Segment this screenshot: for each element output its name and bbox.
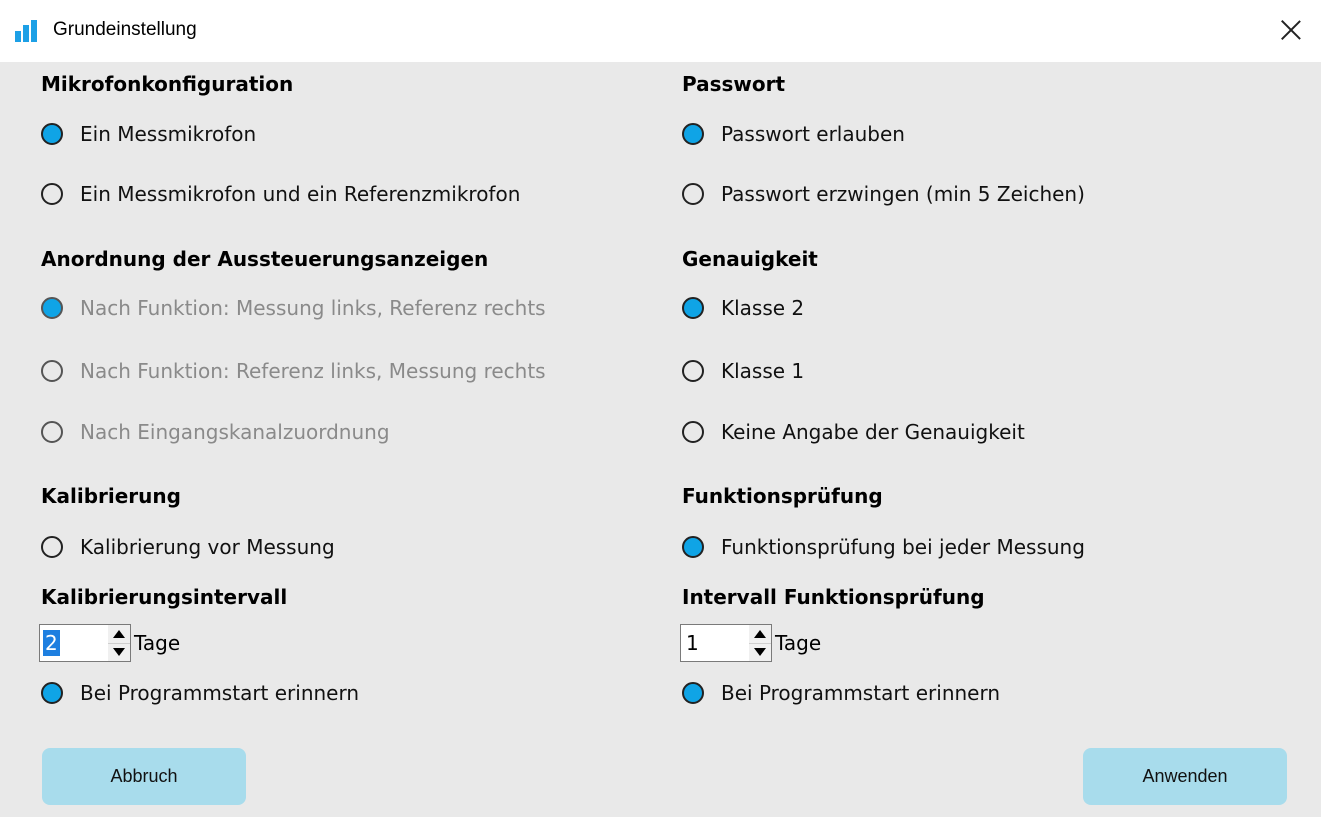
radio-accuracy-class-1[interactable]: Klasse 1 (682, 354, 804, 388)
function-test-heading: Funktionsprüfung (682, 484, 883, 508)
radio-calibration-remind[interactable]: Bei Programmstart erinnern (41, 676, 359, 710)
spin-down-icon[interactable] (108, 643, 130, 661)
function-test-interval-unit: Tage (775, 631, 822, 655)
radio-button[interactable] (41, 360, 63, 382)
apply-button[interactable]: Anwenden (1083, 748, 1287, 805)
meter-layout-heading: Anordnung der Aussteuerungsanzeigen (41, 247, 489, 271)
radio-button[interactable] (41, 421, 63, 443)
radio-function-test-each-measure[interactable]: Funktionsprüfung bei jeder Messung (682, 530, 1085, 564)
radio-accuracy-none[interactable]: Keine Angabe der Genauigkeit (682, 415, 1025, 449)
function-test-interval-heading: Intervall Funktionsprüfung (682, 585, 985, 609)
calibration-interval-unit: Tage (134, 631, 181, 655)
calibration-heading: Kalibrierung (41, 484, 181, 508)
radio-button[interactable] (682, 360, 704, 382)
cancel-button[interactable]: Abbruch (42, 748, 246, 805)
function-test-interval-spinner: 1 Tage (680, 623, 821, 663)
radio-label: Bei Programmstart erinnern (721, 681, 1001, 705)
radio-label: Nach Funktion: Referenz links, Messung r… (80, 359, 546, 383)
spin-up-icon[interactable] (749, 625, 771, 643)
close-icon[interactable] (1275, 14, 1307, 46)
radio-label: Nach Funktion: Messung links, Referenz r… (80, 296, 546, 320)
radio-function-test-remind[interactable]: Bei Programmstart erinnern (682, 676, 1000, 710)
calibration-interval-value[interactable]: 2 (43, 630, 60, 656)
radio-accuracy-class-2[interactable]: Klasse 2 (682, 291, 804, 325)
bar-chart-icon (15, 20, 39, 42)
radio-button-checked[interactable] (682, 536, 704, 558)
radio-label: Klasse 1 (721, 359, 805, 383)
radio-button-checked[interactable] (682, 297, 704, 319)
radio-calibration-before-measure[interactable]: Kalibrierung vor Messung (41, 530, 335, 564)
calibration-interval-spinner: 2 Tage (39, 623, 180, 663)
calibration-interval-heading: Kalibrierungsintervall (41, 585, 288, 609)
radio-password-allow[interactable]: Passwort erlauben (682, 117, 905, 151)
dialog-body: Mikrofonkonfiguration Ein Messmikrofon E… (0, 62, 1321, 817)
radio-label: Funktionsprüfung bei jeder Messung (721, 535, 1085, 559)
radio-label: Keine Angabe der Genauigkeit (721, 420, 1025, 444)
radio-meter-function-measure-left[interactable]: Nach Funktion: Messung links, Referenz r… (41, 291, 546, 325)
window-title: Grundeinstellung (53, 19, 197, 40)
spin-buttons (108, 625, 130, 661)
radio-button[interactable] (682, 183, 704, 205)
spin-down-icon[interactable] (749, 643, 771, 661)
radio-two-mics[interactable]: Ein Messmikrofon und ein Referenzmikrofo… (41, 177, 520, 211)
radio-label: Ein Messmikrofon (80, 122, 257, 146)
radio-label: Bei Programmstart erinnern (80, 681, 360, 705)
radio-button[interactable] (682, 421, 704, 443)
radio-label: Ein Messmikrofon und ein Referenzmikrofo… (80, 182, 521, 206)
radio-password-enforce[interactable]: Passwort erzwingen (min 5 Zeichen) (682, 177, 1085, 211)
radio-button[interactable] (41, 183, 63, 205)
radio-meter-function-reference-left[interactable]: Nach Funktion: Referenz links, Messung r… (41, 354, 546, 388)
radio-label: Passwort erlauben (721, 122, 905, 146)
radio-label: Klasse 2 (721, 296, 805, 320)
accuracy-heading: Genauigkeit (682, 247, 818, 271)
radio-one-mic[interactable]: Ein Messmikrofon (41, 117, 256, 151)
title-bar: Grundeinstellung (0, 0, 1321, 62)
mic-config-heading: Mikrofonkonfiguration (41, 72, 294, 96)
radio-button-checked[interactable] (682, 682, 704, 704)
radio-label: Nach Eingangskanalzuordnung (80, 420, 390, 444)
password-heading: Passwort (682, 72, 786, 96)
calibration-interval-input[interactable]: 2 (39, 624, 131, 662)
radio-label: Passwort erzwingen (min 5 Zeichen) (721, 182, 1085, 206)
radio-button-checked[interactable] (41, 682, 63, 704)
function-test-interval-input[interactable]: 1 (680, 624, 772, 662)
radio-button-checked[interactable] (682, 123, 704, 145)
radio-label: Kalibrierung vor Messung (80, 535, 335, 559)
function-test-interval-value[interactable]: 1 (684, 630, 701, 656)
radio-button[interactable] (41, 536, 63, 558)
radio-button-checked[interactable] (41, 297, 63, 319)
radio-meter-input-channel[interactable]: Nach Eingangskanalzuordnung (41, 415, 390, 449)
spin-up-icon[interactable] (108, 625, 130, 643)
radio-button-checked[interactable] (41, 123, 63, 145)
spin-buttons (749, 625, 771, 661)
